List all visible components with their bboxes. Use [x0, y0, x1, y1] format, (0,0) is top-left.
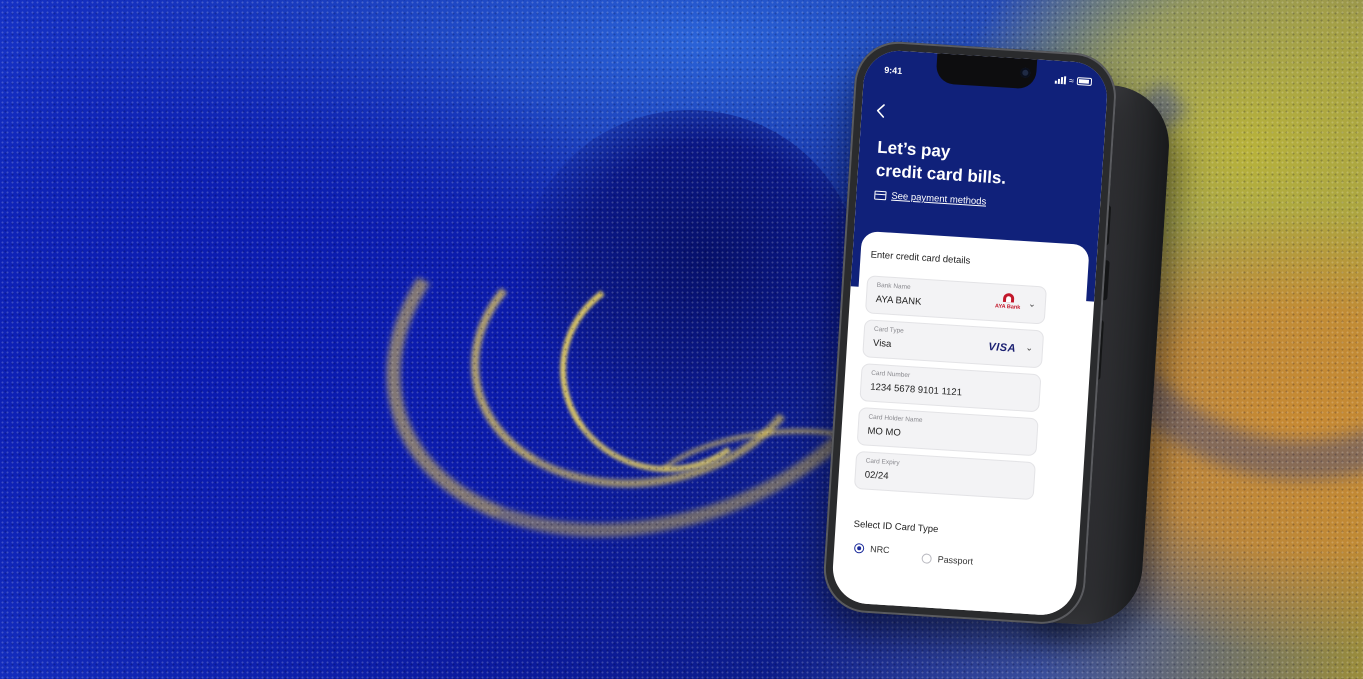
phone-body: 9:41 ≈ Let’s pay credit card bills. See [821, 39, 1119, 627]
radio-passport[interactable]: Passport [921, 553, 973, 566]
visa-logo: VISA [987, 341, 1017, 355]
radio-label: NRC [869, 544, 890, 556]
signal-icon [1054, 76, 1067, 85]
field-label: Card Type [873, 325, 904, 335]
aya-bank-logo-text: AYA Bank [994, 303, 1021, 311]
bg-grain [0, 0, 1363, 679]
camera-icon [1020, 67, 1031, 79]
phone-screen: 9:41 ≈ Let’s pay credit card bills. See [830, 48, 1110, 617]
radio-label: Passport [937, 554, 974, 567]
bank-name-select[interactable]: Bank Name AYA BANK AYA Bank ⌄ [864, 275, 1047, 325]
notch [935, 53, 1038, 90]
field-label: Card Expiry [865, 457, 900, 467]
field-value: AYA BANK [875, 293, 922, 308]
wifi-icon: ≈ [1068, 75, 1075, 86]
background [0, 0, 1363, 679]
field-value: Visa [872, 337, 892, 350]
status-time: 9:41 [883, 64, 903, 77]
aya-bank-logo: AYA Bank [992, 292, 1023, 316]
field-value: 02/24 [864, 469, 889, 482]
back-button[interactable] [875, 101, 896, 122]
card-type-select[interactable]: Card Type Visa VISA ⌄ [862, 319, 1045, 369]
back-arrow-icon [876, 104, 885, 118]
chevron-down-icon: ⌄ [1028, 298, 1037, 309]
phone-mockup: 9:41 ≈ Let’s pay credit card bills. See [819, 39, 1173, 657]
card-expiry-input[interactable]: Card Expiry 02/24 [853, 450, 1036, 501]
field-label: Bank Name [876, 281, 911, 292]
radio-nrc[interactable]: NRC [853, 543, 890, 556]
id-type-heading: Select ID Card Type [853, 518, 939, 536]
chevron-down-icon: ⌄ [1025, 342, 1034, 353]
battery-icon [1076, 77, 1093, 86]
radio-indicator [853, 543, 865, 554]
page-title-line: Let’s pay [876, 137, 951, 162]
credit-card-icon [874, 190, 887, 201]
card-number-input[interactable]: Card Number 1234 5678 9101 1121 [859, 363, 1042, 413]
radio-indicator [921, 553, 932, 564]
field-value: 1234 5678 9101 1121 [869, 381, 963, 399]
card-holder-name-input[interactable]: Card Holder Name MO MO [856, 407, 1039, 457]
credit-card-form: Enter credit card details Bank Name AYA … [836, 230, 1090, 617]
page-title: Let’s pay credit card bills. [875, 136, 1008, 190]
form-heading: Enter credit card details [870, 249, 971, 267]
field-label: Card Holder Name [868, 413, 923, 425]
aya-bank-logo-icon [1002, 292, 1014, 303]
field-value: MO MO [867, 425, 902, 439]
field-label: Card Number [870, 369, 911, 380]
